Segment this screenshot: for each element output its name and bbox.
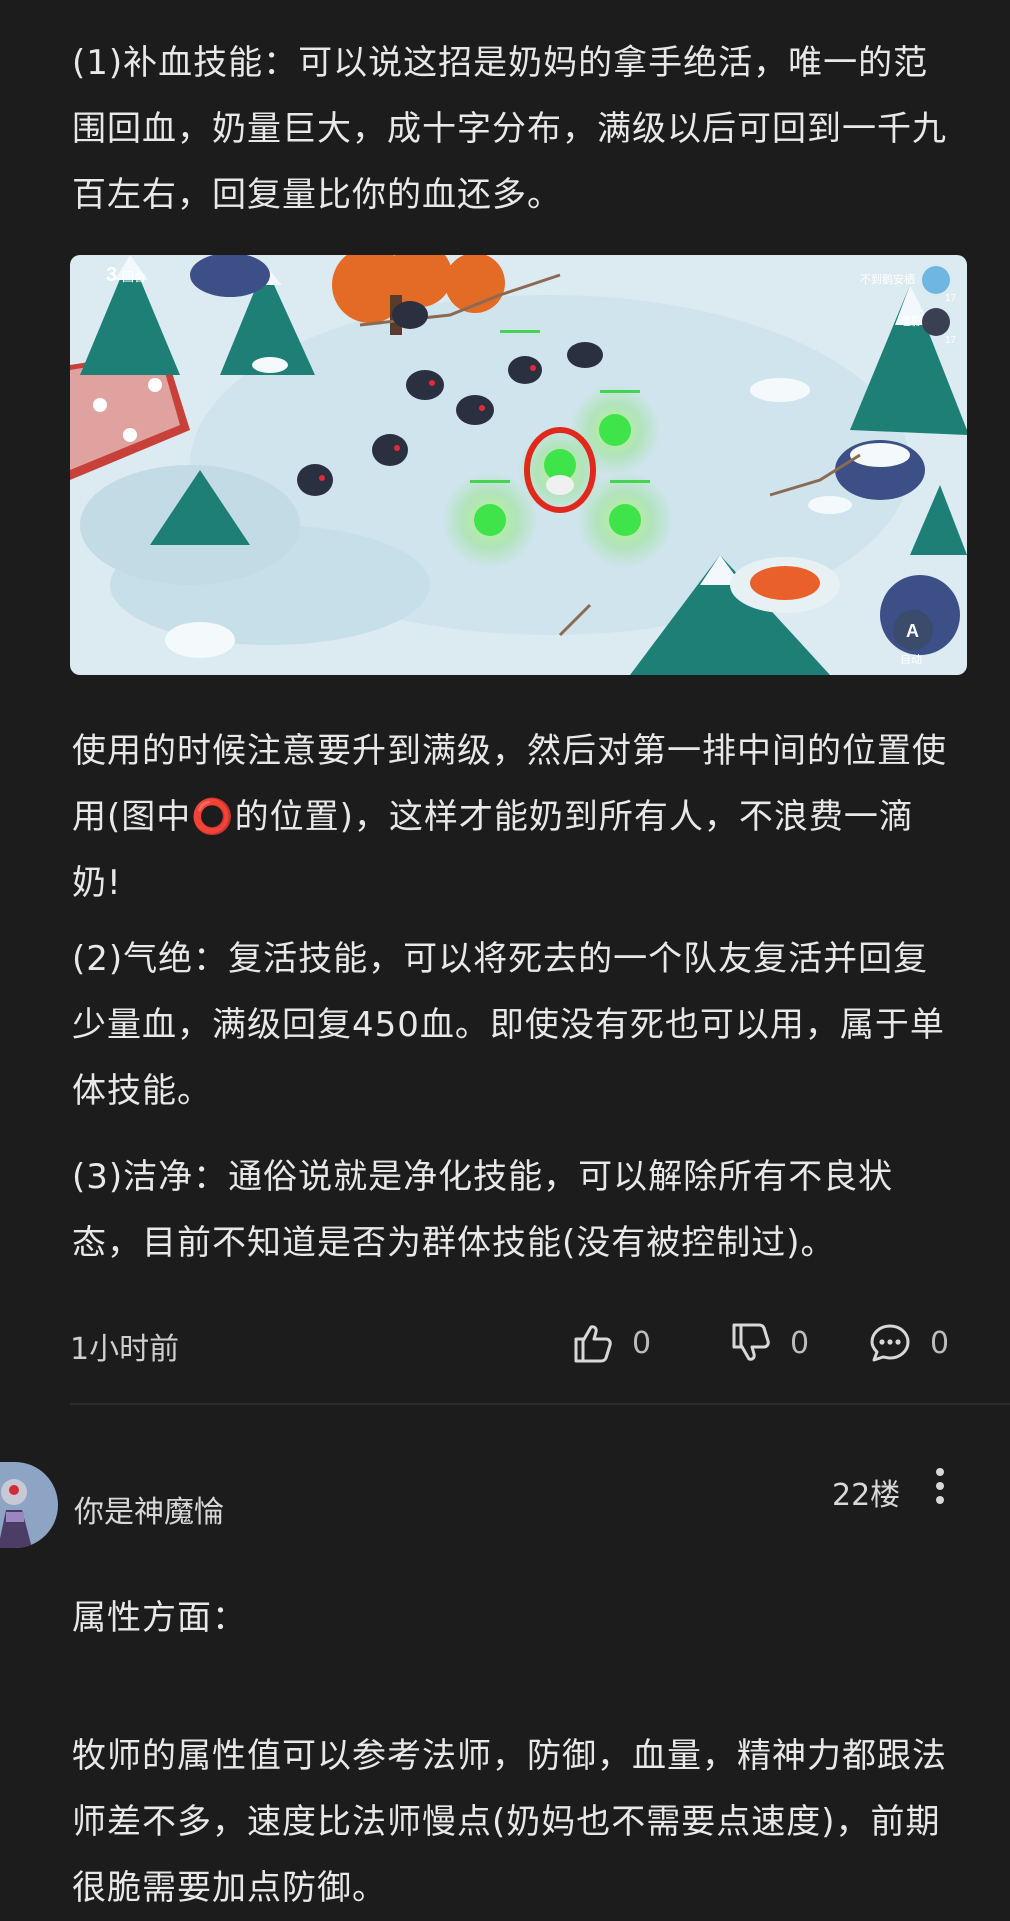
hud-player2-avatar [922, 308, 950, 336]
comment-bubble-icon [870, 1324, 910, 1362]
like-button[interactable]: 0 [570, 1318, 651, 1368]
post-paragraph-cleanse-skill: (3)洁净：通俗说就是净化技能，可以解除所有不良状态，目前不知道是否为群体技能(… [72, 1157, 894, 1263]
hud-player1-name: 不到鹅安栖 [860, 272, 915, 286]
hud-player2-name: 理影 [900, 315, 922, 328]
avatar[interactable] [0, 1462, 58, 1548]
reply-username[interactable]: 你是神魔惀 [74, 1487, 224, 1531]
floor-number: 22楼 [832, 1478, 901, 1513]
hud-wave-number: 3 [106, 264, 117, 286]
svg-text:17: 17 [945, 293, 957, 304]
campfire [750, 566, 820, 600]
dislike-count: 0 [790, 1325, 810, 1361]
svg-text:A: A [906, 621, 919, 641]
hud-player1-avatar [922, 266, 950, 294]
like-count: 0 [632, 1325, 652, 1361]
svg-text:17: 17 [945, 335, 957, 346]
post-meta-row: 1小时前 0 0 0 [70, 1318, 960, 1368]
reply-paragraph-attributes: 牧师的属性值可以参考法师，防御，血量，精神力都跟法师差不多，速度比法师慢点(奶妈… [72, 1736, 947, 1908]
dislike-button[interactable]: 0 [728, 1318, 809, 1368]
divider [70, 1403, 1010, 1405]
game-screenshot-image[interactable]: 3 回合 不到鹅安栖 理影 17 17 A 自动 [70, 255, 967, 675]
post-paragraph-usage-tip: 使用的时候注意要升到满级，然后对第一排中间的位置使用(图中⭕的位置)，这样才能奶… [72, 731, 947, 903]
thumbs-down-icon [732, 1323, 770, 1361]
post-paragraph-revive-skill: (2)气绝：复活技能，可以将死去的一个队友复活并回复少量血，满级回复450血。即… [72, 939, 945, 1111]
post-paragraph-heal-skill: (1)补血技能：可以说这招是奶妈的拿手绝活，唯一的范围回血，奶量巨大，成十字分布… [72, 43, 947, 215]
thumbs-up-icon [574, 1325, 612, 1363]
hud-wave-label: 回合 [122, 269, 146, 284]
auto-battle-label: 自动 [900, 653, 922, 666]
comment-count: 0 [930, 1325, 950, 1361]
more-options-icon[interactable] [930, 1466, 950, 1506]
comment-button[interactable]: 0 [868, 1318, 949, 1368]
reply-paragraph-heading: 属性方面： [72, 1598, 247, 1638]
post-time: 1小时前 [70, 1332, 180, 1367]
